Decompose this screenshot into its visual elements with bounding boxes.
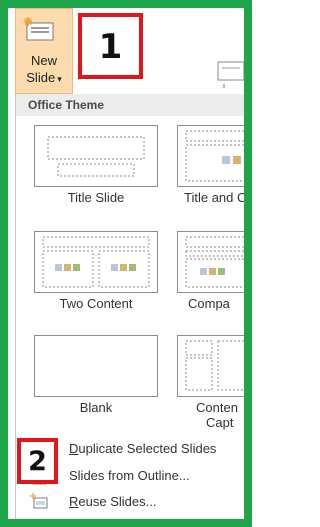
new-slide-label-text: Slide	[26, 70, 56, 85]
layout-label-blank: Blank	[79, 400, 113, 415]
new-slide-icon	[24, 17, 54, 41]
layout-button-icon[interactable]	[214, 60, 244, 88]
title-and-content-thumbnail	[185, 130, 244, 182]
layout-label-title-slide: Title Slide	[67, 190, 125, 205]
reuse-label-rest: euse Slides...	[78, 494, 157, 509]
reuse-slides-icon	[30, 493, 48, 509]
gallery-section-header: Office Theme	[16, 94, 244, 116]
layout-label-comparison: Compa	[188, 296, 230, 311]
reuse-accelerator: R	[69, 494, 79, 509]
slides-from-outline-label: Slides from Outline...	[69, 468, 190, 483]
reuse-slides-label: Reuse Slides...	[69, 494, 156, 509]
layout-content-with-caption[interactable]	[177, 335, 244, 397]
layout-comparison[interactable]	[177, 231, 244, 293]
layout-title-slide[interactable]	[34, 125, 158, 187]
title-slide-thumbnail	[47, 136, 145, 177]
layout-blank[interactable]	[34, 335, 158, 397]
screenshot-frame: New Slide ▾ 1 Office Theme Title Slide T…	[0, 0, 252, 527]
callout-1: 1	[78, 13, 143, 79]
duplicate-accelerator: D	[69, 441, 79, 456]
two-content-thumbnail	[42, 236, 150, 288]
callout-1-number: 1	[98, 27, 123, 67]
comparison-thumbnail	[185, 236, 244, 288]
layout-label-title-and-content: Title and C	[184, 190, 247, 205]
content-caption-line2: Capt	[206, 415, 234, 430]
layout-label-two-content: Two Content	[59, 296, 133, 311]
new-slide-label-line1: New	[30, 53, 57, 68]
content-with-caption-thumbnail	[185, 340, 244, 391]
content-caption-line1: Conten	[196, 400, 238, 415]
layout-label-content-with-caption: Conten Capt	[174, 400, 244, 430]
layout-title-and-content[interactable]	[177, 125, 244, 187]
duplicate-selected-slides-label: Duplicate Selected Slides	[69, 441, 216, 456]
layout-two-content[interactable]	[34, 231, 158, 293]
callout-2-number: 2	[28, 446, 47, 477]
duplicate-label-rest: uplicate Selected Slides	[78, 441, 217, 456]
callout-2: 2	[17, 438, 58, 484]
new-slide-label-line2: Slide ▾	[16, 70, 72, 85]
blank-thumbnail	[35, 336, 157, 396]
reuse-slides-item[interactable]: Reuse Slides...	[16, 491, 244, 513]
new-slide-button[interactable]: New Slide ▾	[15, 8, 73, 94]
chevron-down-icon: ▾	[57, 74, 62, 84]
